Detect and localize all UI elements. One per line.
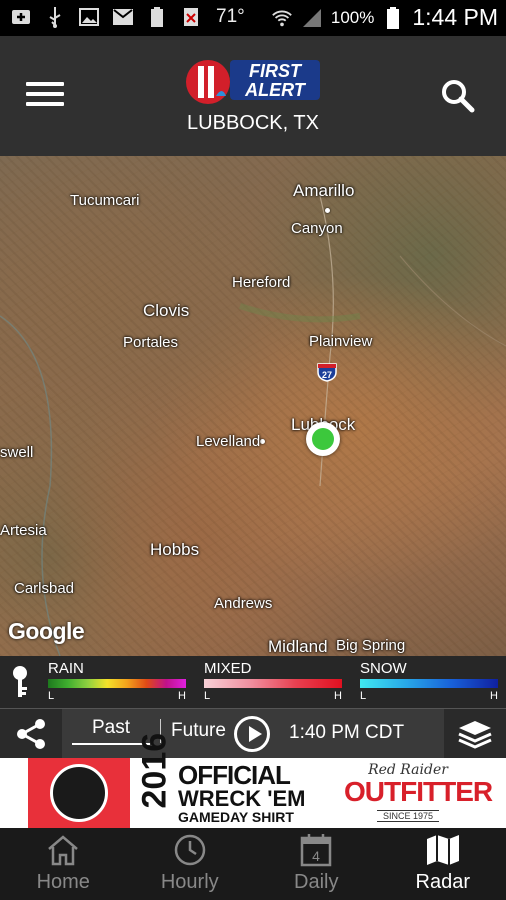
city-label: Tucumcari	[70, 192, 140, 209]
key-icon[interactable]	[0, 656, 40, 708]
legend-mixed-label: MIXED	[204, 660, 252, 677]
signal-icon	[301, 7, 323, 29]
precip-legend: RAIN L H MIXED L H SNOW L H	[0, 656, 506, 708]
city-label: Plainview	[309, 333, 373, 350]
status-bar: 71° 100% 1:44 PM	[0, 0, 506, 36]
first-alert-logo: FIRST ALERT	[186, 56, 322, 106]
radar-map[interactable]: Amarillo Tucumcari Canyon Hereford Clovi…	[0, 156, 506, 656]
legend-snow-bar	[360, 679, 498, 688]
status-time: 1:44 PM	[412, 4, 498, 30]
ad-brand-since: SINCE 1975	[376, 810, 440, 822]
city-label: Portales	[123, 334, 179, 351]
nav-home[interactable]: Home	[0, 828, 127, 900]
legend-snow-label: SNOW	[360, 660, 407, 677]
home-icon	[46, 833, 80, 867]
city-label: Carlsbad	[14, 580, 75, 597]
ad-brand-main: OUTFITTER	[344, 776, 493, 807]
legend-low: L	[204, 690, 211, 702]
nav-hourly[interactable]: Hourly	[127, 828, 254, 900]
city-label: Andrews	[214, 595, 273, 612]
city-label: Big Spring	[336, 637, 406, 654]
legend-mixed: MIXED L H	[204, 660, 342, 702]
ad-brand-logo: Red Raider OUTFITTER SINCE 1975	[344, 762, 493, 824]
legend-rain-label: RAIN	[48, 660, 84, 677]
legend-mixed-bar	[204, 679, 342, 688]
image-icon	[78, 6, 100, 28]
city-label: Amarillo	[293, 181, 355, 200]
clock-icon	[173, 833, 207, 867]
future-tab[interactable]: Future	[171, 720, 226, 742]
city-dot	[260, 439, 265, 444]
city-label: Hereford	[232, 274, 291, 291]
battery-icon	[382, 6, 404, 29]
share-icon[interactable]	[0, 709, 62, 759]
map-roads	[0, 195, 506, 656]
ad-line3: GAMEDAY SHIRT	[178, 809, 294, 825]
city-label: Canyon	[291, 220, 343, 237]
ad-badge-logo	[28, 758, 130, 828]
usb-icon	[44, 6, 66, 28]
app-bar: FIRST ALERT LUBBOCK, TX	[0, 36, 506, 156]
hamburger-menu-icon[interactable]	[22, 76, 68, 116]
radar-time: 1:40 PM CDT	[289, 722, 405, 743]
logo-first-text: FIRST	[249, 61, 303, 81]
city-label: Midland	[268, 637, 328, 656]
legend-low: L	[360, 690, 367, 702]
legend-high: H	[490, 690, 498, 702]
ad-line1: OFFICIAL	[178, 760, 291, 790]
city-label: Artesia	[0, 522, 47, 539]
city-label: Levelland	[196, 433, 261, 450]
wifi-icon	[271, 7, 293, 29]
google-attribution: Google	[8, 618, 85, 644]
legend-low: L	[48, 690, 55, 702]
search-icon[interactable]	[438, 76, 478, 116]
temperature: 71°	[216, 6, 245, 27]
nav-radar-label: Radar	[415, 871, 470, 893]
nav-hourly-label: Hourly	[160, 871, 219, 893]
battery-100-icon	[146, 6, 168, 28]
radar-controls: Past Future 1:40 PM CDT	[0, 708, 506, 759]
city-label: swell	[0, 444, 34, 461]
ad-banner[interactable]: 2016 OFFICIAL WRECK 'EM GAMEDAY SHIRT Re…	[0, 732, 506, 828]
location-title: LUBBOCK, TX	[187, 112, 319, 134]
gmail-icon	[112, 6, 134, 28]
legend-rain-bar	[48, 679, 186, 688]
nav-home-label: Home	[36, 871, 90, 893]
highway-number: 27	[322, 370, 332, 380]
battery-percent: 100%	[330, 7, 375, 27]
bottom-nav: Home Hourly 4 Daily Radar	[0, 828, 506, 900]
legend-high: H	[178, 690, 186, 702]
city-label: Hobbs	[150, 540, 200, 559]
highway-shield-icon: 27	[316, 362, 338, 382]
legend-high: H	[334, 690, 342, 702]
map-icon	[425, 833, 461, 867]
nav-daily-label: Daily	[294, 871, 339, 893]
no-sim-icon	[180, 6, 202, 28]
add-box-icon	[10, 6, 32, 28]
logo-alert-text: ALERT	[244, 80, 307, 100]
ad-line2: WRECK 'EM	[178, 786, 306, 811]
play-icon[interactable]	[234, 716, 270, 752]
city-label: Clovis	[143, 301, 190, 320]
legend-snow: SNOW L H	[360, 660, 498, 702]
nav-daily[interactable]: 4 Daily	[253, 828, 380, 900]
legend-rain: RAIN L H	[48, 660, 186, 702]
layers-icon[interactable]	[444, 709, 506, 759]
ad-year: 2016	[135, 732, 174, 808]
current-location-marker[interactable]	[306, 422, 340, 456]
calendar-icon: 4	[300, 833, 332, 867]
city-dot	[325, 208, 330, 213]
nav-radar[interactable]: Radar	[380, 828, 506, 900]
calendar-day-number: 4	[312, 848, 320, 864]
